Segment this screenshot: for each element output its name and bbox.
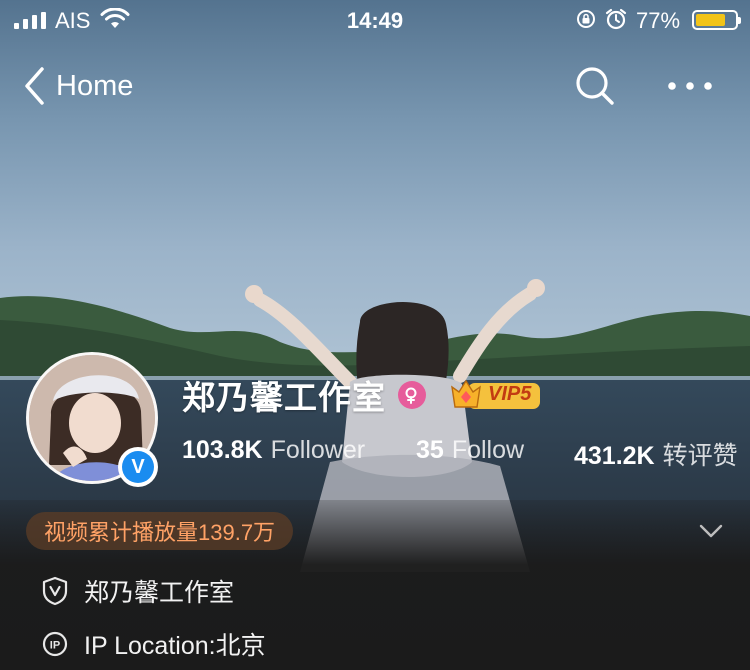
back-chevron-icon	[25, 67, 44, 105]
profile-name: 郑乃馨工作室	[182, 379, 386, 416]
stat-likes[interactable]: 431.2K 转评赞	[574, 436, 738, 472]
nav-bar: Home	[0, 60, 750, 110]
alarm-icon	[605, 8, 627, 30]
stat-following-label: Follow	[451, 436, 525, 464]
ip-location-row: IP IP Location:北京	[42, 626, 266, 662]
vip-label: VIP5	[488, 383, 532, 405]
video-plays-pill: 视频累计播放量139.7万	[26, 512, 294, 550]
female-icon	[398, 381, 426, 409]
stat-likes-value: 431.2K	[574, 442, 655, 470]
verified-info-text: 郑乃馨工作室	[84, 579, 235, 607]
svg-text:IP: IP	[50, 640, 60, 652]
search-icon[interactable]	[573, 64, 617, 108]
shield-v-icon	[42, 576, 68, 606]
battery-nub	[738, 17, 741, 24]
back-button[interactable]: Home	[22, 64, 133, 108]
verified-v-icon: V	[122, 451, 154, 483]
battery-icon	[692, 10, 741, 30]
verified-info-row: 郑乃馨工作室	[42, 573, 234, 609]
battery-percent: 77%	[636, 8, 681, 33]
vip-badge[interactable]: VIP5	[450, 377, 542, 413]
stat-following[interactable]: 35 Follow	[416, 436, 524, 465]
ip-location-text: IP Location:北京	[84, 632, 266, 660]
rotation-lock-icon	[577, 10, 595, 28]
stat-followers[interactable]: 103.8K Follower	[182, 436, 365, 465]
verified-badge: V	[118, 447, 158, 487]
profile-name-row: 郑乃馨工作室 VIP5	[182, 370, 542, 420]
stat-following-value: 35	[416, 436, 444, 464]
more-icon[interactable]	[664, 64, 716, 108]
back-label: Home	[56, 69, 134, 102]
ip-location-icon: IP	[42, 631, 68, 657]
battery-level	[696, 14, 726, 26]
stat-likes-label: 转评赞	[662, 442, 738, 470]
stat-followers-label: Follower	[270, 436, 366, 464]
stat-followers-value: 103.8K	[182, 436, 263, 464]
status-bar: AIS 14:49 77%	[0, 0, 750, 42]
chevron-down-icon[interactable]	[696, 516, 726, 546]
